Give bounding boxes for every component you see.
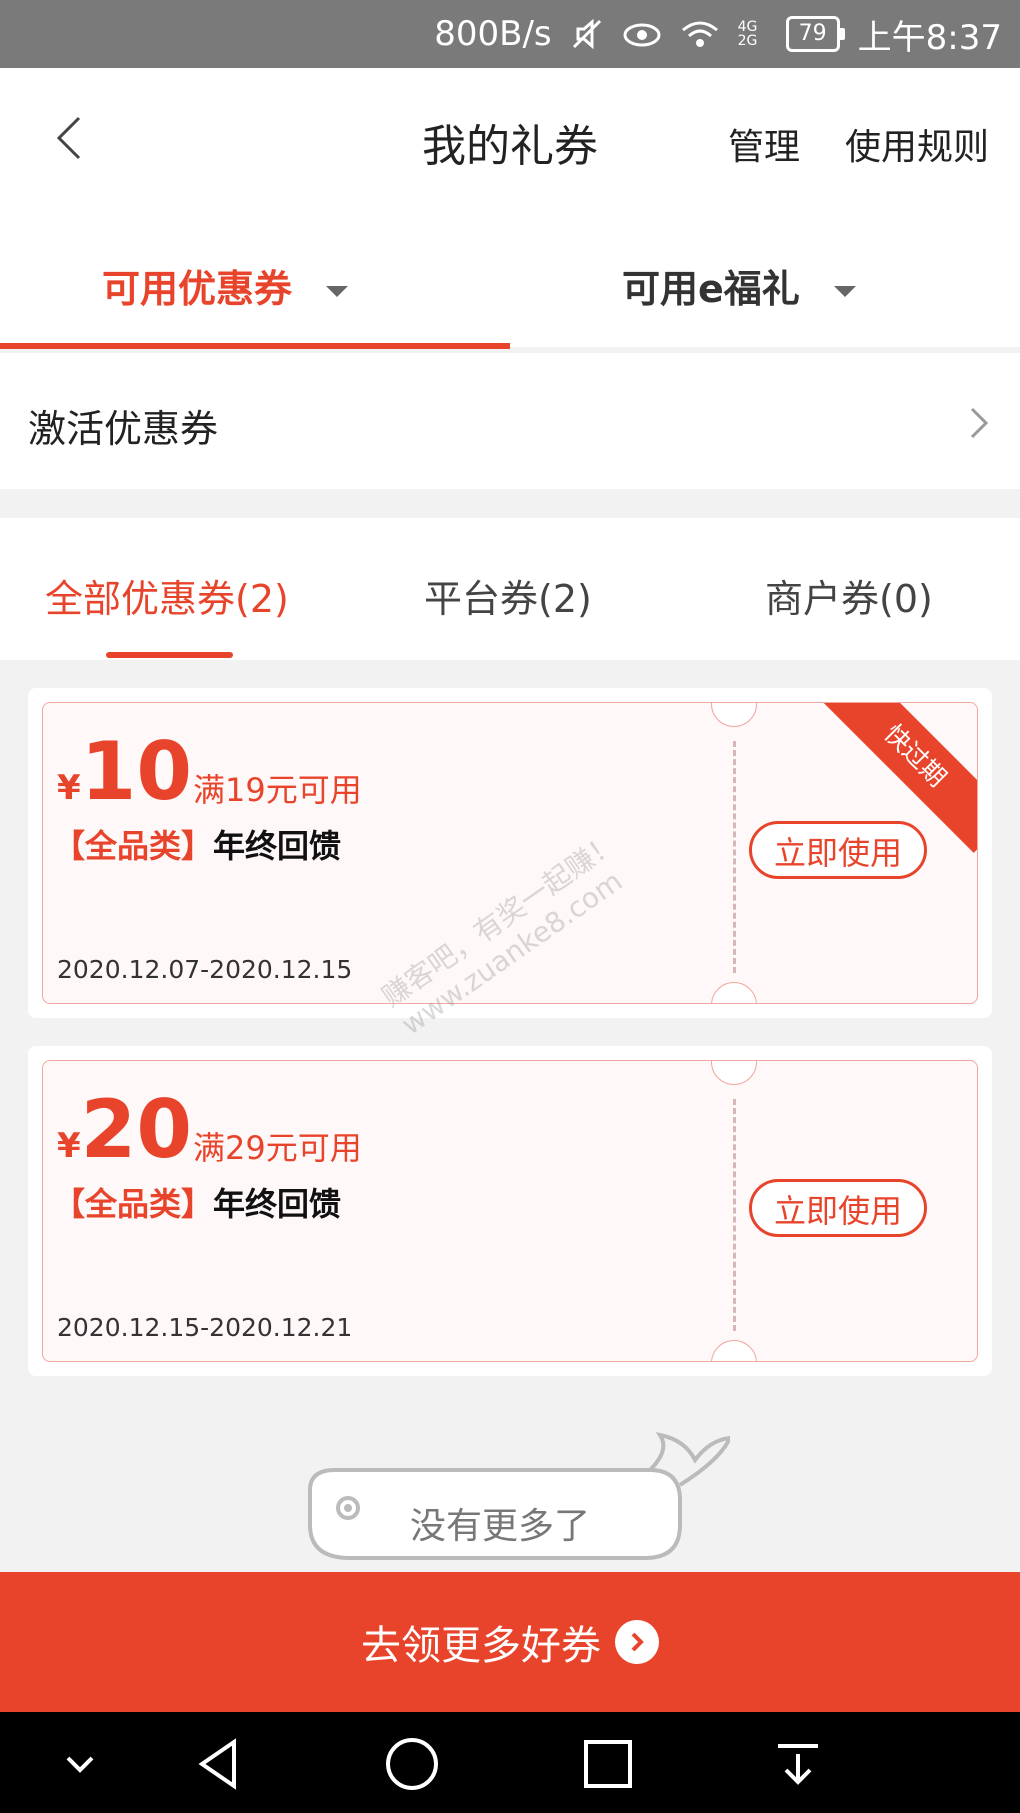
network-speed: 800B/s: [434, 14, 552, 54]
active-tab-indicator: [0, 343, 510, 349]
coupon-condition: 满19元可用: [193, 771, 362, 809]
ticket-notch: [711, 1061, 757, 1085]
coupon-amount: ¥10: [57, 725, 192, 818]
manage-button[interactable]: 管理: [728, 118, 800, 170]
use-now-button[interactable]: 立即使用: [749, 821, 927, 879]
active-subtab-indicator: [106, 652, 233, 658]
coupon-amount: ¥20: [57, 1083, 192, 1176]
get-more-coupons-button[interactable]: 去领更多好券: [0, 1572, 1020, 1712]
rules-button[interactable]: 使用规则: [845, 118, 989, 170]
wifi-icon: [680, 19, 720, 49]
coupon-ticket: ¥20 满29元可用 【全品类】年终回馈 2020.12.15-2020.12.…: [42, 1060, 978, 1362]
clock: 上午8:37: [857, 17, 1002, 58]
use-now-button[interactable]: 立即使用: [749, 1179, 927, 1237]
tab-merchant-coupons[interactable]: 商户券(0): [765, 568, 933, 623]
signal-icon: 4G 2G: [738, 20, 768, 48]
ticket-notch: [711, 703, 757, 727]
battery-icon: 79: [785, 16, 845, 52]
cta-label: 去领更多好券: [361, 1623, 601, 1669]
tab-all-coupons[interactable]: 全部优惠券(2): [45, 568, 289, 623]
system-nav-bar: [0, 1712, 1020, 1813]
coupon-description: 【全品类】年终回馈: [53, 827, 342, 865]
notification-pulldown-icon[interactable]: [770, 1736, 826, 1792]
activate-coupon-row[interactable]: 激活优惠券: [0, 353, 1020, 489]
ticket-divider: [733, 1099, 736, 1331]
network-type: 4G 2G: [737, 19, 758, 49]
recents-nav-icon[interactable]: [580, 1736, 636, 1792]
dropdown-arrow-icon: [326, 286, 349, 297]
coupon-validity: 2020.12.15-2020.12.21: [57, 1313, 353, 1342]
ticket-divider: [733, 741, 736, 973]
coupon-description: 【全品类】年终回馈: [53, 1185, 342, 1223]
tab-available-coupons[interactable]: 可用优惠券: [102, 258, 349, 313]
top-tabs: 可用优惠券 可用e福礼: [0, 213, 1020, 353]
coupon-filter-tabs: 全部优惠券(2) 平台券(2) 商户券(0): [0, 518, 1020, 660]
hide-keyboard-icon[interactable]: [52, 1736, 108, 1792]
ticket-notch: [711, 1340, 757, 1361]
app-header: 我的礼券 管理 使用规则: [0, 68, 1020, 213]
no-more-label: 没有更多了: [410, 1506, 591, 1547]
status-bar: 800B/s 4G 2G 79 上午8:37: [0, 0, 1020, 68]
chevron-circle-right-icon: [615, 1620, 659, 1664]
activate-coupon-label: 激活优惠券: [28, 407, 219, 451]
coupon-card: ¥20 满29元可用 【全品类】年终回馈 2020.12.15-2020.12.…: [28, 1046, 992, 1376]
mute-icon: [570, 17, 604, 51]
home-nav-icon[interactable]: [384, 1736, 440, 1792]
tab-platform-coupons[interactable]: 平台券(2): [424, 568, 592, 623]
dropdown-arrow-icon: [833, 286, 856, 297]
ticket-notch: [711, 982, 757, 1003]
eye-icon: [622, 19, 662, 49]
tab-available-welfare[interactable]: 可用e福礼: [622, 258, 856, 313]
coupon-condition: 满29元可用: [193, 1129, 362, 1167]
coupon-validity: 2020.12.07-2020.12.15: [57, 955, 353, 984]
back-nav-icon[interactable]: [192, 1736, 248, 1792]
chevron-right-icon: [964, 403, 994, 443]
